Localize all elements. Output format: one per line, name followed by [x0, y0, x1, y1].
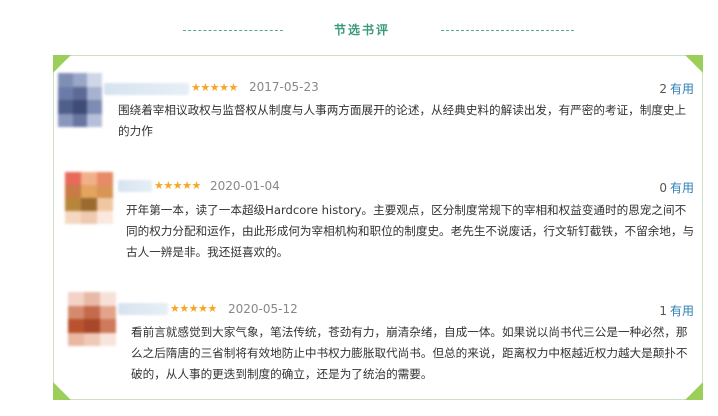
helpful-button[interactable]: 有用 [670, 82, 694, 96]
review-text: 围绕着宰相议政权与监督权从制度与人事两方面展开的论述，从经典史料的解读出发，有严… [118, 103, 687, 138]
panel-corner-top-right [685, 55, 703, 73]
avatar[interactable] [58, 73, 102, 127]
panel-corner-bottom-left [53, 382, 71, 400]
review-text: 看前言就感觉到大家气象，笔法传统，苍劲有力，崩清杂绪，自成一体。如果说以尚书代三… [131, 325, 688, 381]
review-date: 2020-01-04 [210, 179, 280, 193]
header-divider-right [441, 30, 574, 31]
username-redacted[interactable] [118, 180, 152, 192]
section-header: 节选书评 [0, 0, 718, 40]
star-rating: ★★★★★ [170, 302, 217, 315]
panel-corner-top-left [53, 55, 71, 73]
helpful-count: 2 [659, 82, 667, 96]
helpful-vote[interactable]: 0 有用 [640, 179, 694, 196]
helpful-count: 0 [659, 181, 667, 195]
review-date: 2020-05-12 [228, 302, 298, 316]
review-text: 开年第一本，读了一本超级Hardcore history。主要观点，区分制度常规… [126, 203, 695, 259]
username-redacted[interactable] [118, 303, 168, 315]
helpful-button[interactable]: 有用 [670, 181, 694, 195]
review-date: 2017-05-23 [249, 80, 319, 94]
star-rating: ★★★★★ [191, 81, 238, 94]
star-rating: ★★★★★ [154, 179, 201, 192]
section-title: 节选书评 [333, 23, 390, 37]
username-redacted[interactable] [104, 83, 189, 95]
header-divider-left [183, 30, 283, 31]
helpful-button[interactable]: 有用 [670, 304, 694, 318]
avatar[interactable] [68, 292, 116, 346]
helpful-vote[interactable]: 2 有用 [640, 80, 694, 97]
book-reviews-page: 节选书评 ★★★★★ 2017-05-23 2 有用 围绕着宰相议政权与监督权从制… [0, 0, 718, 416]
helpful-count: 1 [659, 304, 667, 318]
avatar[interactable] [65, 172, 113, 224]
helpful-vote[interactable]: 1 有用 [640, 302, 694, 319]
